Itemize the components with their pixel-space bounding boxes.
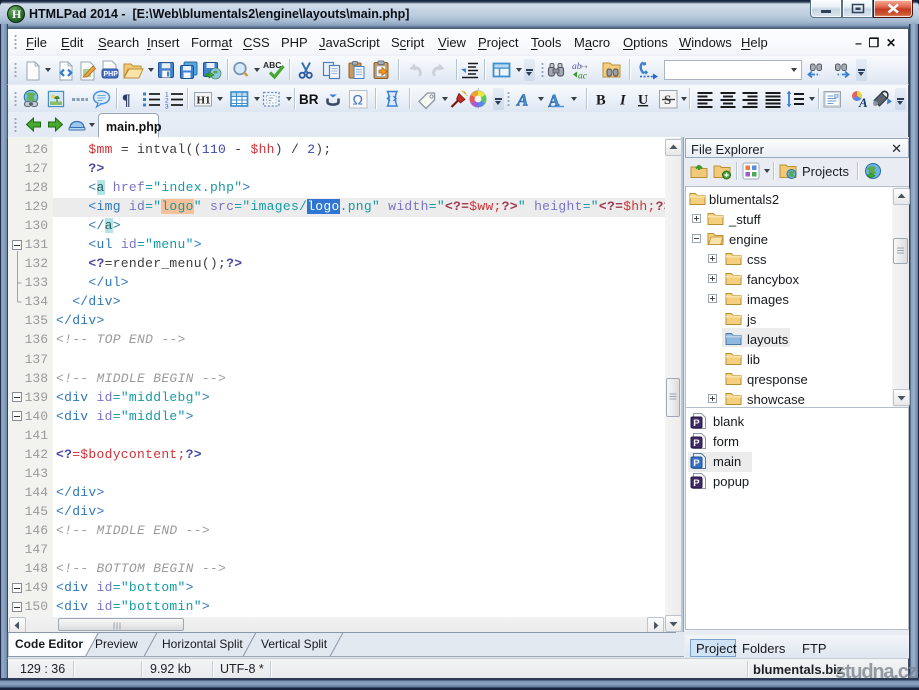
svg-text:Ω: Ω xyxy=(353,92,363,108)
svg-text:P: P xyxy=(693,478,700,489)
svg-text:I: I xyxy=(619,93,627,109)
svg-text:ABC: ABC xyxy=(263,60,281,70)
svg-text:P: P xyxy=(693,418,700,429)
svg-text:BR: BR xyxy=(299,92,319,107)
svg-text:PHP: PHP xyxy=(104,71,119,78)
svg-text:¶: ¶ xyxy=(122,92,131,109)
svg-text:A: A xyxy=(858,95,868,110)
svg-text:H1: H1 xyxy=(197,95,211,107)
svg-text:ac: ac xyxy=(578,72,588,82)
svg-text:A: A xyxy=(516,91,528,110)
svg-text:U: U xyxy=(638,93,648,108)
svg-text:3: 3 xyxy=(165,104,169,111)
svg-text:↦: ↦ xyxy=(581,62,588,71)
svg-text:P: P xyxy=(693,438,700,449)
svg-text:B: B xyxy=(596,93,606,109)
svg-text:P: P xyxy=(693,458,700,469)
